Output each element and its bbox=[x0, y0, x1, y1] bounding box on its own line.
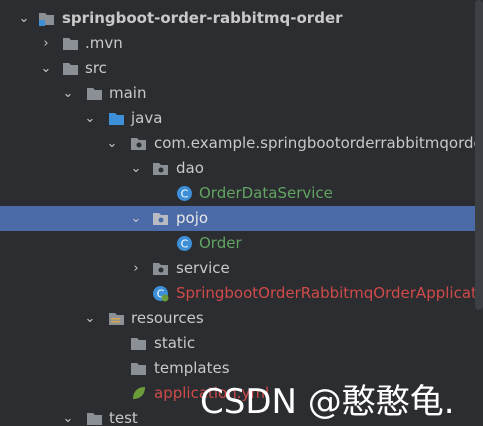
tree-row-order-data-service[interactable]: C OrderDataService bbox=[0, 181, 483, 206]
tree-row-service[interactable]: › service bbox=[0, 256, 483, 281]
chevron-down-icon[interactable]: ⌄ bbox=[62, 81, 74, 106]
resources-folder-icon bbox=[109, 313, 124, 325]
svg-text:C: C bbox=[181, 238, 189, 251]
source-folder-icon bbox=[109, 113, 124, 125]
watermark: CSDN @憨憨龟. bbox=[200, 382, 455, 422]
tree-row-main[interactable]: ⌄ main bbox=[0, 81, 483, 106]
project-tree: ⌄ springboot-order-rabbitmq-order › .mvn… bbox=[0, 0, 483, 426]
chevron-right-icon[interactable]: › bbox=[130, 256, 142, 281]
module-folder-icon bbox=[39, 13, 54, 26]
package-label: pojo bbox=[176, 209, 209, 227]
folder-label: java bbox=[131, 109, 163, 127]
chevron-down-icon[interactable]: ⌄ bbox=[106, 131, 118, 156]
folder-label: static bbox=[154, 334, 196, 352]
chevron-right-icon[interactable]: › bbox=[40, 31, 52, 56]
tree-row-dao[interactable]: ⌄ dao bbox=[0, 156, 483, 181]
spring-boot-class-icon: C bbox=[153, 286, 169, 302]
tree-row-application-class[interactable]: C SpringbootOrderRabbitmqOrderApplicati bbox=[0, 281, 483, 306]
class-icon: C bbox=[177, 236, 192, 251]
tree-row-resources[interactable]: ⌄ resources bbox=[0, 306, 483, 331]
package-label: dao bbox=[176, 159, 204, 177]
package-icon bbox=[153, 163, 168, 175]
package-icon bbox=[153, 263, 168, 275]
spring-leaf-icon bbox=[133, 387, 145, 399]
folder-icon bbox=[131, 363, 146, 375]
class-label: SpringbootOrderRabbitmqOrderApplicati bbox=[176, 284, 482, 302]
folder-label: .mvn bbox=[85, 34, 123, 52]
chevron-down-icon[interactable]: ⌄ bbox=[40, 56, 52, 81]
package-icon bbox=[131, 138, 146, 150]
folder-icon bbox=[63, 63, 78, 75]
tree-row-pojo[interactable]: ⌄ pojo bbox=[0, 206, 483, 231]
tree-row-src[interactable]: ⌄ src bbox=[0, 56, 483, 81]
folder-icon bbox=[63, 38, 78, 50]
folder-label: resources bbox=[131, 309, 204, 327]
folder-label: src bbox=[85, 59, 107, 77]
tree-row-package[interactable]: ⌄ com.example.springbootorderrabbitmqord… bbox=[0, 131, 483, 156]
class-label: Order bbox=[199, 234, 242, 252]
tree-row-static[interactable]: static bbox=[0, 331, 483, 356]
chevron-down-icon[interactable]: ⌄ bbox=[130, 156, 142, 181]
class-icon: C bbox=[177, 186, 192, 201]
chevron-down-icon[interactable]: ⌄ bbox=[62, 406, 74, 426]
svg-text:C: C bbox=[181, 188, 189, 201]
project-label: springboot-order-rabbitmq-order bbox=[62, 9, 343, 27]
vertical-scrollbar[interactable] bbox=[475, 0, 483, 310]
tree-row-order[interactable]: C Order bbox=[0, 231, 483, 256]
chevron-down-icon[interactable]: ⌄ bbox=[84, 106, 96, 131]
folder-icon bbox=[87, 88, 102, 100]
package-label: com.example.springbootorderrabbitmqorde bbox=[154, 134, 483, 152]
folder-label: main bbox=[109, 84, 147, 102]
package-icon bbox=[153, 213, 168, 225]
tree-row-mvn[interactable]: › .mvn bbox=[0, 31, 483, 56]
chevron-down-icon[interactable]: ⌄ bbox=[84, 306, 96, 331]
folder-icon bbox=[131, 338, 146, 350]
class-label: OrderDataService bbox=[199, 184, 333, 202]
tree-row-java[interactable]: ⌄ java bbox=[0, 106, 483, 131]
chevron-down-icon[interactable]: ⌄ bbox=[18, 6, 30, 31]
chevron-down-icon[interactable]: ⌄ bbox=[130, 206, 142, 231]
package-label: service bbox=[176, 259, 230, 277]
folder-label: test bbox=[109, 409, 138, 426]
folder-icon bbox=[87, 413, 102, 425]
tree-row-project[interactable]: ⌄ springboot-order-rabbitmq-order bbox=[0, 6, 483, 31]
